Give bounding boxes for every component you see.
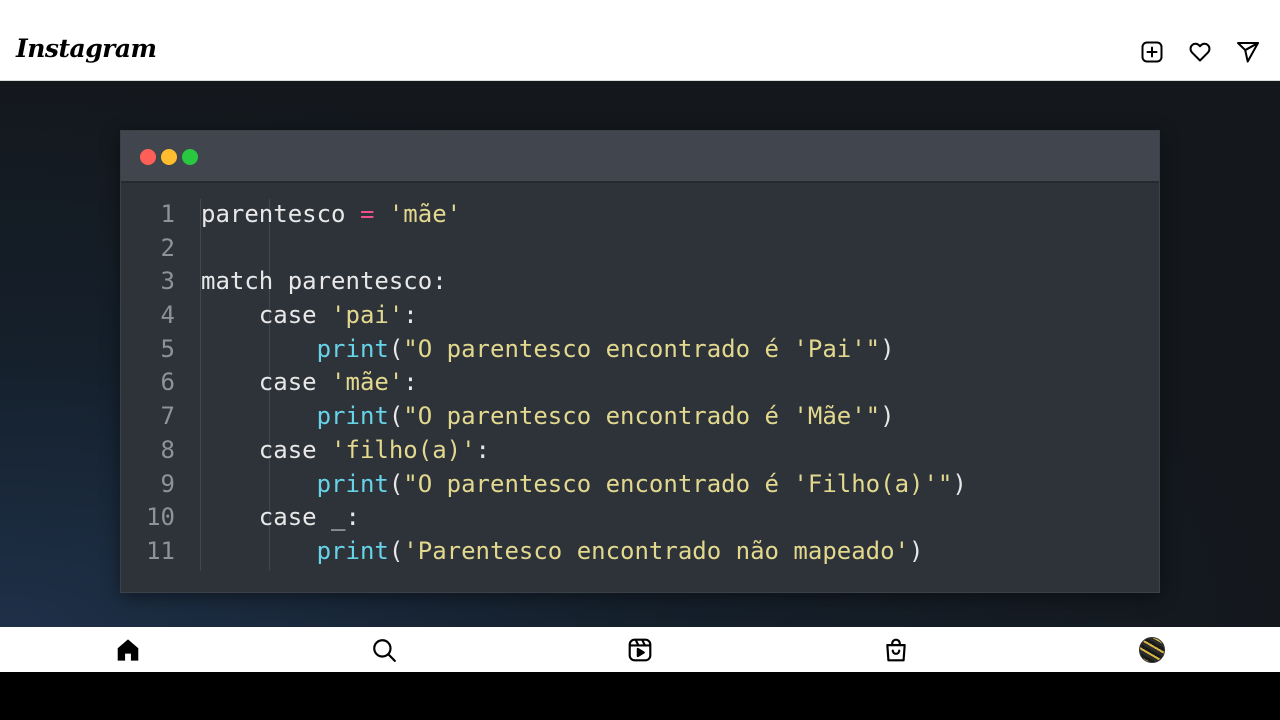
code-text: print("O parentesco encontrado é 'Pai'") [201, 333, 895, 367]
code-text: print('Parentesco encontrado não mapeado… [201, 535, 924, 569]
code-token: case [201, 368, 332, 397]
code-line: 10 case _: [121, 501, 1159, 535]
code-line: 11 print('Parentesco encontrado não mape… [121, 535, 1159, 569]
code-token: print [316, 402, 389, 431]
profile-avatar[interactable] [1139, 637, 1165, 663]
heart-icon[interactable] [1188, 40, 1212, 64]
line-number: 3 [160, 267, 175, 296]
code-token: ( [388, 469, 404, 498]
code-text: case _: [201, 501, 360, 535]
code-token: parentesco [201, 200, 360, 228]
line-number: 1 [160, 200, 175, 228]
code-token: ) [880, 402, 895, 431]
home-icon[interactable] [115, 637, 141, 663]
code-token: = [359, 200, 375, 228]
code-token: match parentesco: [201, 267, 447, 296]
reels-icon[interactable] [627, 637, 653, 663]
line-number: 2 [160, 233, 175, 262]
code-token: ( [388, 402, 404, 431]
code-line: 2 [121, 232, 1159, 266]
code-token: case _: [201, 503, 360, 532]
code-text: print("O parentesco encontrado é 'Filho(… [201, 468, 967, 502]
code-line: 3 match parentesco: [121, 265, 1159, 299]
code-token: 'Parentesco encontrado não mapeado' [403, 536, 910, 565]
plus-square-icon[interactable] [1140, 40, 1164, 64]
code-line: 7 print("O parentesco encontrado é 'Mãe'… [121, 400, 1159, 434]
code-line: 5 print("O parentesco encontrado é 'Pai'… [121, 333, 1159, 367]
line-number: 6 [160, 368, 175, 397]
line-number: 9 [160, 469, 175, 498]
code-line: 1 parentesco = 'mãe' [121, 198, 1159, 232]
line-number: 4 [160, 301, 175, 330]
code-text: case 'pai': [201, 299, 418, 333]
code-text: case 'filho(a)': [201, 434, 490, 468]
code-token: 'pai' [331, 301, 404, 330]
code-token: case [201, 435, 332, 464]
code-token: 'filho(a)' [331, 435, 476, 464]
line-number: 11 [146, 536, 175, 565]
send-icon[interactable] [1236, 40, 1260, 64]
code-token: 'mãe' [331, 368, 404, 397]
code-line: 6 case 'mãe': [121, 366, 1159, 400]
window-close-dot [140, 149, 156, 165]
line-number: 8 [160, 435, 175, 464]
code-token: case [201, 301, 332, 330]
code-editor-window: 1 parentesco = 'mãe' 2 3 match parentesco: 4 … [120, 130, 1160, 593]
code-line: 8 case 'filho(a)': [121, 434, 1159, 468]
window-minimize-dot [161, 149, 177, 165]
avatar [1139, 637, 1165, 663]
code-token: "O parentesco encontrado é 'Mãe'" [403, 402, 881, 431]
code-token: print [316, 536, 389, 565]
code-token: print [316, 469, 389, 498]
code-block: 1 parentesco = 'mãe' 2 3 match parentesco: 4 … [121, 198, 1159, 569]
search-icon[interactable] [371, 637, 397, 663]
code-token: "O parentesco encontrado é 'Filho(a)'" [403, 469, 953, 498]
line-number: 7 [160, 402, 175, 431]
code-token: ) [952, 469, 967, 498]
code-line: 9 print("O parentesco encontrado é 'Filh… [121, 468, 1159, 502]
code-token: ( [388, 334, 404, 363]
line-number: 10 [146, 503, 175, 532]
code-token: 'mãe' [388, 200, 462, 228]
code-token: ) [909, 536, 924, 565]
code-token: ( [388, 536, 404, 565]
code-text: match parentesco: [201, 265, 447, 299]
code-token: : [403, 301, 418, 330]
bottom-nav [0, 627, 1280, 672]
code-token: print [316, 334, 389, 363]
code-text: print("O parentesco encontrado é 'Mãe'") [201, 400, 895, 434]
shop-icon[interactable] [883, 637, 909, 663]
line-number: 5 [160, 334, 175, 363]
code-token: : [475, 435, 490, 464]
top-bar: Instagram [0, 0, 1280, 81]
code-text: case 'mãe': [201, 366, 418, 400]
post-image[interactable]: 1 parentesco = 'mãe' 2 3 match parentesco: 4 … [0, 81, 1280, 627]
code-line: 4 case 'pai': [121, 299, 1159, 333]
code-token: ) [880, 334, 895, 363]
code-text: parentesco = 'mãe' [201, 198, 461, 232]
code-token: "O parentesco encontrado é 'Pai'" [403, 334, 881, 363]
editor-title-bar [121, 131, 1159, 183]
window-maximize-dot [182, 149, 198, 165]
instagram-logo[interactable]: Instagram [16, 34, 157, 63]
code-token: : [403, 368, 418, 397]
